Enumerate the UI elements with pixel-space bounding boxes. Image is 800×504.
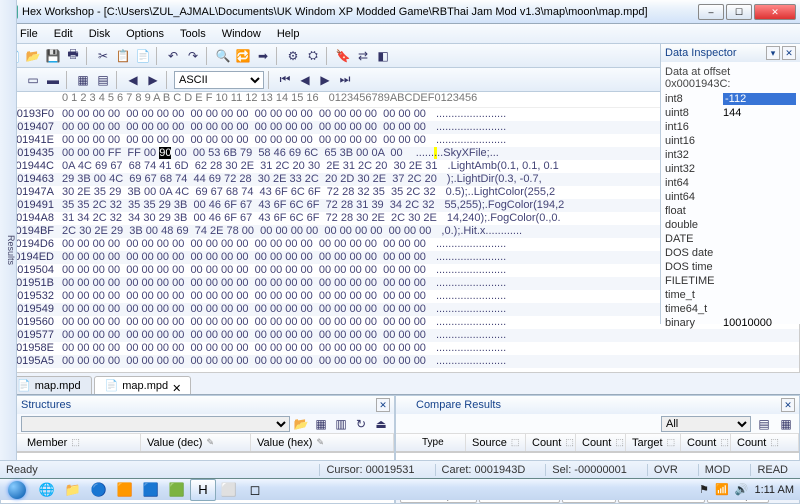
panel-close-icon[interactable]: ✕: [781, 398, 795, 412]
close-button[interactable]: ✕: [754, 4, 796, 20]
paste-icon[interactable]: 📄: [134, 47, 152, 65]
network-icon[interactable]: 📶: [715, 483, 729, 496]
menu-tools[interactable]: Tools: [172, 26, 214, 42]
tool-icon[interactable]: ⚙: [284, 47, 302, 65]
next-icon[interactable]: ▶: [316, 71, 334, 89]
panel-close-icon[interactable]: ✕: [782, 46, 796, 60]
task-hexworkshop-icon[interactable]: H: [190, 479, 216, 501]
bookmark-icon[interactable]: 🔖: [334, 47, 352, 65]
panel-menu-icon[interactable]: ▾: [766, 46, 780, 60]
replace-icon[interactable]: 🔁: [234, 47, 252, 65]
sel-icon[interactable]: ▦: [74, 71, 92, 89]
flag-icon[interactable]: ⚑: [699, 483, 709, 496]
copy-icon[interactable]: 📋: [114, 47, 132, 65]
find-icon[interactable]: 🔍: [214, 47, 232, 65]
volume-icon[interactable]: 🔊: [735, 483, 749, 496]
menubar: File Edit Disk Options Tools Window Help: [0, 24, 800, 44]
open-struct-icon[interactable]: 📂: [292, 415, 310, 433]
window-title: Hex Workshop - [C:\Users\ZUL_AJMAL\Docum…: [22, 6, 698, 18]
system-tray[interactable]: ⚑ 📶 🔊 1:11 AM: [699, 483, 800, 496]
menu-help[interactable]: Help: [269, 26, 308, 42]
task-app1-icon[interactable]: 🟧: [112, 479, 138, 501]
taskbar: 🌐 📁 🔵 🟧 🟦 🟩 H ⬜ ◻ ⚑ 📶 🔊 1:11 AM: [0, 478, 800, 500]
titlebar: Hex Workshop - [C:\Users\ZUL_AJMAL\Docum…: [0, 0, 800, 24]
tab-close-icon[interactable]: ✕: [172, 382, 180, 390]
menu-edit[interactable]: Edit: [46, 26, 81, 42]
t4-icon[interactable]: ⏏: [372, 415, 390, 433]
t2-icon[interactable]: ▥: [332, 415, 350, 433]
maximize-button[interactable]: ☐: [726, 4, 752, 20]
open-icon[interactable]: 📂: [24, 47, 42, 65]
sel2-icon[interactable]: ▤: [94, 71, 112, 89]
tab-file2[interactable]: 📄map.mpd✕: [94, 376, 192, 394]
compare-filter-select[interactable]: All: [661, 416, 751, 432]
statusbar: Ready Cursor: 00019531 Caret: 0001943D S…: [0, 460, 800, 478]
highlight-icon[interactable]: ▬: [44, 71, 62, 89]
panel-close-icon[interactable]: ✕: [376, 398, 390, 412]
c1-icon[interactable]: ▤: [755, 415, 773, 433]
saveall-icon[interactable]: 🖶: [64, 47, 82, 65]
c2-icon[interactable]: ▦: [777, 415, 795, 433]
encoding-select[interactable]: ASCII: [174, 71, 264, 89]
t1-icon[interactable]: ▦: [312, 415, 330, 433]
menu-window[interactable]: Window: [214, 26, 269, 42]
task-ie-icon[interactable]: 🌐: [34, 479, 60, 501]
prev-icon[interactable]: ◀: [296, 71, 314, 89]
task-app5-icon[interactable]: ◻: [242, 479, 268, 501]
tool3-icon[interactable]: ◧: [374, 47, 392, 65]
t3-icon[interactable]: ↻: [352, 415, 370, 433]
nav1-icon[interactable]: ◀: [124, 71, 142, 89]
task-chrome-icon[interactable]: 🔵: [86, 479, 112, 501]
shift-icon[interactable]: ⇄: [354, 47, 372, 65]
erase-icon[interactable]: ▭: [24, 71, 42, 89]
last-icon[interactable]: ⏭: [336, 71, 354, 89]
save-icon[interactable]: 💾: [44, 47, 62, 65]
nav2-icon[interactable]: ▶: [144, 71, 162, 89]
task-explorer-icon[interactable]: 📁: [60, 479, 86, 501]
task-app2-icon[interactable]: 🟦: [138, 479, 164, 501]
start-button[interactable]: [0, 479, 34, 501]
minimize-button[interactable]: –: [698, 4, 724, 20]
menu-file[interactable]: File: [12, 26, 46, 42]
data-inspector-panel: Data Inspector ▾ ✕ Data at offset 0x0001…: [660, 44, 800, 324]
task-app3-icon[interactable]: 🟩: [164, 479, 190, 501]
redo-icon[interactable]: ↷: [184, 47, 202, 65]
windows-orb-icon: [8, 481, 26, 499]
cut-icon[interactable]: ✂: [94, 47, 112, 65]
menu-disk[interactable]: Disk: [81, 26, 118, 42]
tool2-icon[interactable]: ⛭: [304, 47, 322, 65]
goto-icon[interactable]: ➡: [254, 47, 272, 65]
tab-file1[interactable]: 📄map.mpd: [6, 376, 92, 394]
editor-tabs: 📄map.mpd 📄map.mpd✕: [0, 372, 800, 394]
first-icon[interactable]: ⏮: [276, 71, 294, 89]
task-app4-icon[interactable]: ⬜: [216, 479, 242, 501]
struct-select[interactable]: [21, 416, 290, 432]
undo-icon[interactable]: ↶: [164, 47, 182, 65]
menu-options[interactable]: Options: [118, 26, 172, 42]
clock[interactable]: 1:11 AM: [754, 484, 794, 496]
